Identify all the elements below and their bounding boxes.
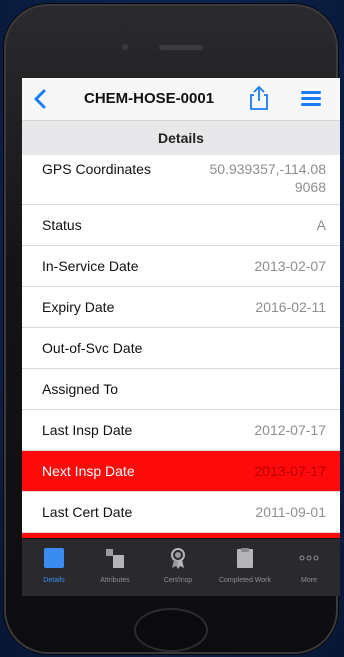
detail-value: 2013-02-07	[254, 258, 326, 274]
detail-row-expiry-date[interactable]: Expiry Date 2016-02-11	[22, 287, 340, 328]
tab-more[interactable]: More	[280, 539, 338, 596]
detail-value: 50.939357,-114.08	[209, 161, 326, 177]
clipboard-icon	[237, 548, 253, 568]
detail-label: GPS Coordinates	[42, 161, 151, 177]
more-dots-icon	[299, 555, 319, 561]
detail-value: A	[316, 217, 326, 233]
detail-row-gps[interactable]: GPS Coordinates 50.939357,-114.08 9068	[22, 155, 340, 205]
app-screen: CHEM-HOSE-0001 Details GPS Coordinates 5…	[22, 78, 340, 596]
detail-label: Assigned To	[42, 381, 119, 397]
nav-title: CHEM-HOSE-0001	[84, 90, 215, 107]
front-camera	[122, 44, 128, 50]
details-list: GPS Coordinates 50.939357,-114.08 9068 S…	[22, 155, 340, 547]
tab-label: Completed Work	[218, 577, 271, 584]
chevron-left-icon[interactable]	[30, 88, 52, 110]
detail-label: Last Insp Date	[42, 422, 133, 438]
tab-label: Details	[43, 577, 65, 584]
detail-row-last-insp-date[interactable]: Last Insp Date 2012-07-17	[22, 410, 340, 451]
section-header-details: Details	[22, 121, 340, 156]
detail-label: Out-of-Svc Date	[42, 340, 143, 356]
certificate-ribbon-icon	[171, 548, 185, 569]
detail-row-out-of-svc-date[interactable]: Out-of-Svc Date	[22, 328, 340, 369]
navigation-bar: CHEM-HOSE-0001	[22, 78, 340, 121]
details-square-icon	[44, 548, 64, 568]
detail-row-next-insp-date[interactable]: Next Insp Date 2013-07-17	[22, 451, 340, 492]
attributes-blocks-icon	[106, 549, 124, 568]
detail-value: 2016-02-11	[255, 299, 326, 315]
detail-label: Status	[42, 217, 82, 233]
detail-row-in-service-date[interactable]: In-Service Date 2013-02-07	[22, 246, 340, 287]
detail-row-assigned-to[interactable]: Assigned To	[22, 369, 340, 410]
tab-attributes[interactable]: Attributes	[84, 539, 146, 596]
detail-value-continued: 9068	[294, 179, 326, 195]
tab-details[interactable]: Details	[24, 539, 84, 596]
detail-row-status[interactable]: Status A	[22, 205, 340, 246]
hamburger-menu-icon[interactable]	[300, 89, 322, 107]
tab-label: Attributes	[100, 577, 130, 584]
detail-value: 2011-09-01	[255, 504, 326, 520]
tab-label: Cert/Insp	[163, 577, 193, 584]
earpiece-speaker	[159, 45, 203, 50]
share-icon[interactable]	[248, 85, 270, 111]
detail-label: In-Service Date	[42, 258, 139, 274]
detail-value: 2013-07-17	[254, 463, 326, 479]
detail-row-last-cert-date[interactable]: Last Cert Date 2011-09-01	[22, 492, 340, 533]
tab-cert-insp[interactable]: Cert/Insp	[146, 539, 210, 596]
home-button[interactable]	[134, 608, 208, 652]
detail-label: Next Insp Date	[42, 463, 135, 479]
detail-value: 2012-07-17	[254, 422, 326, 438]
tab-label: More	[301, 577, 317, 584]
detail-label: Last Cert Date	[42, 504, 133, 520]
tab-bar: Details Attributes Cert/Insp Completed W…	[22, 538, 340, 596]
detail-label: Expiry Date	[42, 299, 115, 315]
tab-completed-work[interactable]: Completed Work	[210, 539, 280, 596]
